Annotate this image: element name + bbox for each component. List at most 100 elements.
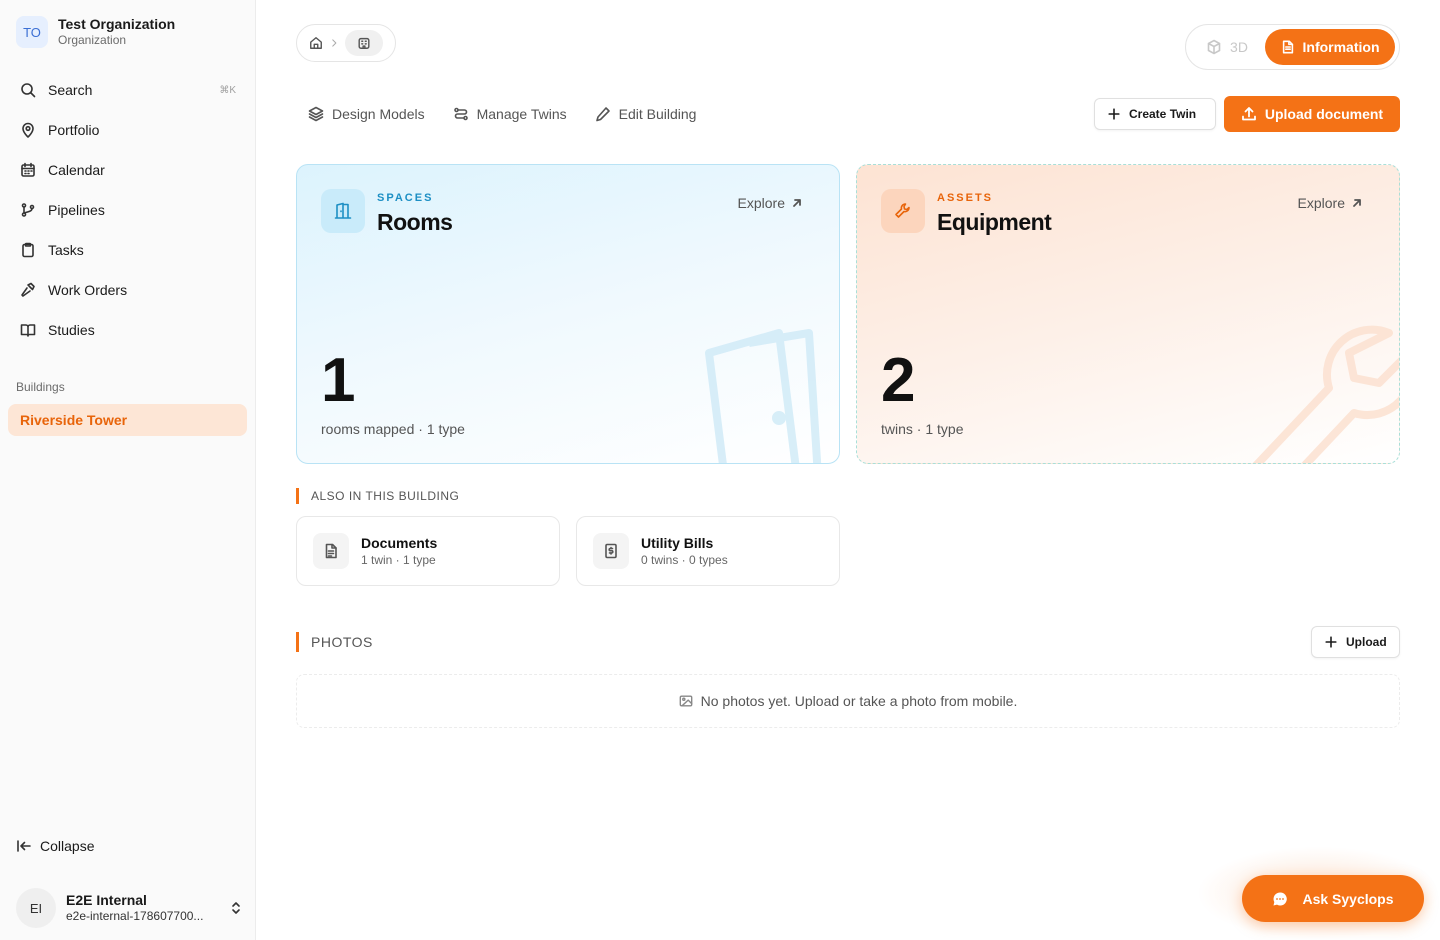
route-icon xyxy=(453,107,468,121)
equipment-count: 2 xyxy=(881,346,916,415)
view-information-label: Information xyxy=(1302,39,1380,55)
explore-label: Explore xyxy=(737,195,785,211)
wrench-icon-tile xyxy=(881,189,925,233)
sidebar-item-label: Work Orders xyxy=(48,282,128,298)
sidebar-item-label: Tasks xyxy=(48,242,84,258)
wrench-icon xyxy=(895,203,910,218)
book-open-icon xyxy=(20,324,36,337)
tab-label: Edit Building xyxy=(618,106,697,122)
equipment-card[interactable]: ASSETS Equipment Explore 2 twins · 1 typ… xyxy=(856,164,1400,464)
clipboard-icon xyxy=(22,242,34,258)
rooms-kicker: SPACES xyxy=(377,192,434,204)
arrow-up-right-icon xyxy=(1353,199,1361,207)
sidebar: TO Test Organization Organization Search… xyxy=(0,0,256,940)
sidebar-nav: Search ⌘K Portfolio Calendar Pipelines T… xyxy=(8,70,248,350)
arrow-up-right-icon xyxy=(793,199,801,207)
sidebar-item-studies[interactable]: Studies xyxy=(8,310,248,350)
documents-card[interactable]: Documents 1 twin · 1 type xyxy=(296,516,560,586)
buildings-section-label: Buildings xyxy=(16,380,65,394)
photos-empty-state: No photos yet. Upload or take a photo fr… xyxy=(296,674,1400,728)
also-in-building-heading: ALSO IN THIS BUILDING xyxy=(296,488,459,504)
utility-bills-title: Utility Bills xyxy=(641,535,714,551)
view-3d-button[interactable]: 3D xyxy=(1190,39,1264,55)
avatar: EI xyxy=(16,888,56,928)
building-icon xyxy=(358,37,370,49)
collapse-button[interactable]: Collapse xyxy=(16,838,94,854)
tab-label: Design Models xyxy=(332,106,425,122)
org-name: Test Organization xyxy=(58,16,176,32)
wrench-watermark-icon xyxy=(1252,325,1399,463)
sidebar-item-label: Search xyxy=(48,82,93,98)
chevrons-up-down-icon xyxy=(232,902,240,914)
git-branch-icon xyxy=(21,203,35,217)
tab-manage-twins[interactable]: Manage Twins xyxy=(453,104,567,124)
equipment-explore-link[interactable]: Explore xyxy=(1298,195,1363,211)
receipt-icon xyxy=(605,543,617,559)
org-switcher[interactable]: TO Test Organization Organization xyxy=(16,16,175,48)
upload-document-button[interactable]: Upload document xyxy=(1224,96,1400,132)
org-type: Organization xyxy=(58,33,127,47)
sidebar-item-pipelines[interactable]: Pipelines xyxy=(8,190,248,230)
create-twin-button[interactable]: Create Twin xyxy=(1094,98,1216,130)
collapse-label: Collapse xyxy=(40,838,95,854)
tab-label: Manage Twins xyxy=(476,106,567,122)
sidebar-item-search[interactable]: Search ⌘K xyxy=(8,70,248,110)
search-shortcut: ⌘K xyxy=(219,84,236,96)
equipment-title: Equipment xyxy=(937,209,1052,235)
home-icon[interactable] xyxy=(309,36,323,50)
documents-title: Documents xyxy=(361,535,438,551)
user-name: E2E Internal xyxy=(66,892,147,908)
receipt-icon-tile xyxy=(593,533,629,569)
sidebar-item-label: Calendar xyxy=(48,162,105,178)
photo-upload-button[interactable]: Upload xyxy=(1311,626,1400,658)
collapse-icon xyxy=(17,840,31,852)
search-icon xyxy=(21,83,36,98)
upload-document-label: Upload document xyxy=(1264,106,1384,122)
sidebar-item-portfolio[interactable]: Portfolio xyxy=(8,110,248,150)
building-tabs: Design Models Manage Twins Edit Building xyxy=(308,104,696,124)
sidebar-item-work-orders[interactable]: Work Orders xyxy=(8,270,248,310)
calendar-icon xyxy=(21,162,35,177)
plus-icon xyxy=(1325,636,1337,648)
photos-heading: PHOTOS xyxy=(296,632,373,652)
tab-design-models[interactable]: Design Models xyxy=(308,104,425,124)
upload-icon xyxy=(1241,107,1256,121)
documents-subtitle: 1 twin · 1 type xyxy=(361,553,436,567)
pencil-icon xyxy=(595,107,610,122)
view-3d-label: 3D xyxy=(1230,39,1248,55)
rooms-title: Rooms xyxy=(377,209,453,235)
sidebar-item-tasks[interactable]: Tasks xyxy=(8,230,248,270)
rooms-subtitle: rooms mapped · 1 type xyxy=(321,421,465,437)
tab-edit-building[interactable]: Edit Building xyxy=(595,104,697,124)
breadcrumb-building[interactable] xyxy=(345,30,383,56)
rooms-explore-link[interactable]: Explore xyxy=(738,195,803,211)
sidebar-item-label: Portfolio xyxy=(48,122,100,138)
file-text-icon-tile xyxy=(313,533,349,569)
equipment-kicker: ASSETS xyxy=(937,192,994,204)
utility-bills-card[interactable]: Utility Bills 0 twins · 0 types xyxy=(576,516,840,586)
view-information-button[interactable]: Information xyxy=(1265,29,1395,65)
sidebar-item-label: Studies xyxy=(48,322,95,338)
chevron-right-icon xyxy=(332,39,337,47)
rooms-count: 1 xyxy=(321,346,356,415)
view-toggle: 3D Information xyxy=(1185,24,1400,70)
equipment-subtitle: twins · 1 type xyxy=(881,421,964,437)
user-menu[interactable]: EI E2E Internal e2e-internal-178607700..… xyxy=(16,888,244,928)
rooms-card[interactable]: SPACES Rooms Explore 1 rooms mapped · 1 … xyxy=(296,164,840,464)
plus-icon xyxy=(1108,108,1120,120)
ask-assistant-button[interactable]: Ask Syyclops xyxy=(1242,875,1424,922)
door-watermark-icon xyxy=(705,329,822,463)
create-twin-label: Create Twin xyxy=(1129,107,1197,121)
sidebar-item-riverside-tower[interactable]: Riverside Tower xyxy=(8,404,247,436)
breadcrumb xyxy=(296,24,396,62)
sidebar-item-calendar[interactable]: Calendar xyxy=(8,150,248,190)
door-icon xyxy=(334,202,352,219)
chat-bubble-icon xyxy=(1273,891,1288,905)
door-icon-tile xyxy=(321,189,365,233)
explore-label: Explore xyxy=(1297,195,1345,211)
photos-empty-text: No photos yet. Upload or take a photo fr… xyxy=(700,693,1018,709)
ask-assistant-label: Ask Syyclops xyxy=(1302,890,1394,907)
map-pin-icon xyxy=(22,122,34,138)
document-icon xyxy=(1282,40,1293,54)
layers-icon xyxy=(308,106,324,122)
